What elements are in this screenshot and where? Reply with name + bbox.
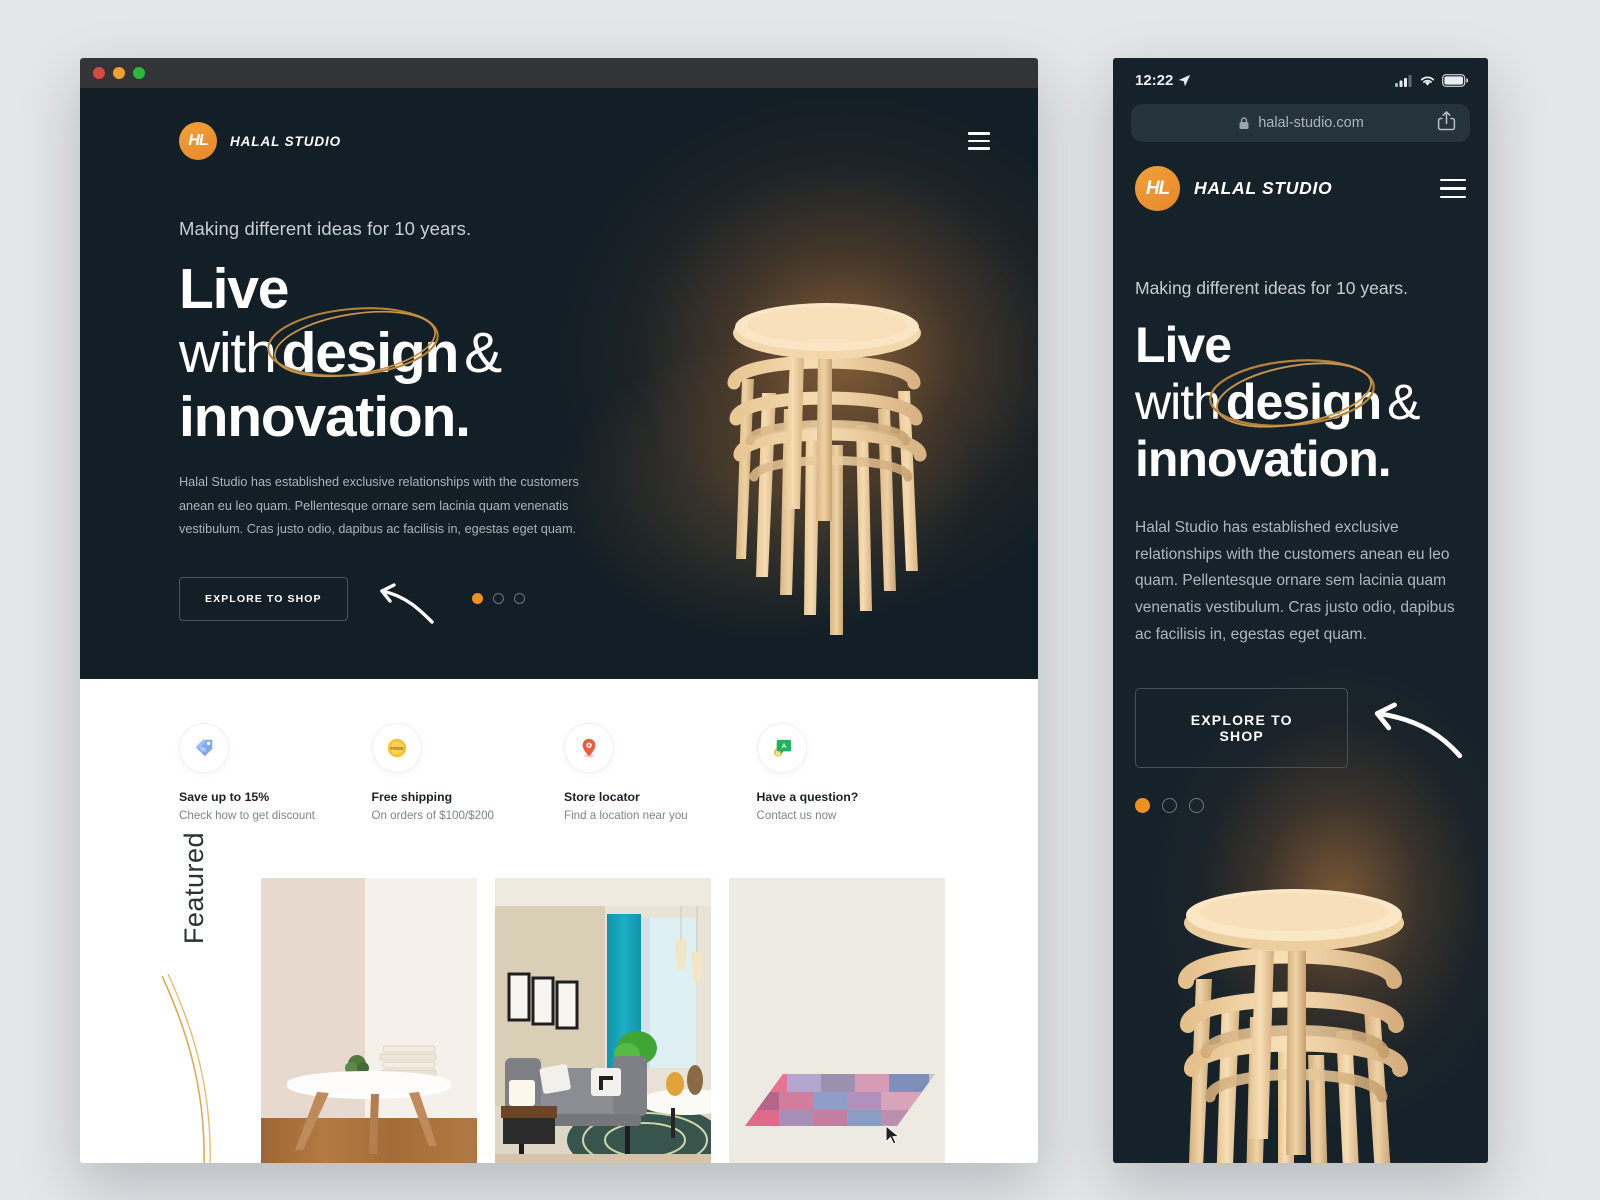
slider-dot-1[interactable] — [471, 593, 483, 605]
wifi-icon — [1420, 76, 1435, 86]
headline-line-2: with design & — [179, 307, 640, 386]
mobile-brand-name-label: HALAL STUDIO — [1194, 178, 1333, 198]
mobile-hero-eyebrow: Making different ideas for 10 years. — [1135, 278, 1409, 298]
mobile-curved-arrow-icon — [1375, 702, 1463, 759]
explore-to-shop-button[interactable]: EXPLORE TO SHOP — [179, 576, 348, 621]
headline-word-with: with — [179, 320, 277, 385]
hamburger-menu-icon[interactable] — [968, 127, 990, 155]
featured-cards: TABLE — [261, 878, 945, 1163]
mobile-brand-mark-icon: HL — [1135, 166, 1180, 211]
mobile-slider-dots — [1135, 798, 1466, 814]
hero-paragraph: Halal Studio has established exclusive r… — [179, 475, 579, 536]
map-pin-location-icon — [564, 723, 614, 773]
mobile-slider-dot-3[interactable] — [1189, 798, 1204, 814]
desktop-browser-window: HL HALAL STUDIO Making different ideas f… — [80, 58, 1038, 1163]
window-close-button[interactable] — [93, 67, 105, 79]
feature-title: Save up to 15% — [179, 790, 270, 804]
product-image-rugs: EXPLORE & SHOP TODAY TAP — [729, 878, 945, 1163]
mobile-brand-logo[interactable]: HL HALAL STUDIO — [1135, 166, 1332, 211]
feature-title: Free shipping — [371, 790, 453, 804]
mobile-url-text: halal-studio.com — [1258, 115, 1364, 131]
mobile-headline-line-2: with design & — [1135, 359, 1466, 431]
mobile-hero-paragraph: Halal Studio has established exclusive r… — [1135, 519, 1455, 643]
feature-title: Have a question? — [756, 790, 859, 804]
feature-subtitle: Check how to get discount — [179, 809, 315, 822]
window-maximize-button[interactable] — [133, 67, 145, 79]
mobile-navbar: HL HALAL STUDIO — [1113, 152, 1488, 211]
mouse-pointer-icon — [885, 1125, 901, 1145]
battery-full-icon — [1442, 73, 1468, 87]
curved-arrow-icon — [379, 583, 434, 624]
mobile-slider-dot-2[interactable] — [1162, 798, 1177, 814]
feature-item-shipping[interactable]: FREE Free shipping On orders of $100/$20… — [371, 723, 555, 822]
headline-word-design: design — [281, 320, 460, 385]
feature-subtitle: Contact us now — [756, 809, 837, 822]
mobile-hero-section: HL HALAL STUDIO Making different ideas f… — [1113, 152, 1488, 1163]
mobile-browser-frame: 12:22 halal-studio.com HL HALAL STUDIO M… — [1113, 58, 1488, 1163]
svg-text:A: A — [781, 742, 786, 749]
feature-subtitle: Find a location near you — [564, 809, 688, 822]
hero-slider-dots — [471, 593, 525, 605]
window-titlebar — [80, 58, 1038, 88]
mobile-hamburger-menu-icon[interactable] — [1440, 173, 1466, 205]
product-card-rugs[interactable]: EXPLORE & SHOP TODAY TAP — [729, 878, 945, 1163]
mobile-status-bar: 12:22 — [1113, 58, 1488, 102]
product-card-furniture[interactable]: FURNITURE — [495, 878, 711, 1163]
slider-dot-3[interactable] — [513, 593, 525, 605]
location-arrow-icon — [1179, 74, 1191, 86]
cellular-signal-icon — [1395, 74, 1412, 87]
status-left: 12:22 — [1135, 72, 1191, 89]
composite-mockup-stage: HL HALAL STUDIO Making different ideas f… — [0, 0, 1600, 1200]
hero-actions: EXPLORE TO SHOP — [179, 574, 640, 624]
mobile-headline-word-amp: & — [1387, 374, 1420, 430]
mobile-hero-actions: EXPLORE TO SHOP — [1135, 648, 1466, 769]
mobile-circle-annotation-icon — [1209, 359, 1375, 428]
price-tag-discount-icon: % — [179, 723, 229, 773]
hero-content: Making different ideas for 10 years. Liv… — [80, 160, 640, 624]
feature-subtitle: On orders of $100/$200 — [371, 809, 494, 822]
brand-mark-icon: HL — [179, 122, 217, 160]
mobile-explore-to-shop-button[interactable]: EXPLORE TO SHOP — [1135, 688, 1349, 769]
headline-line-1: Live — [179, 257, 289, 321]
mobile-hero-headline: Live with design & innovation. — [1135, 317, 1466, 488]
question-answer-bubble-icon: Q A — [756, 723, 807, 773]
feature-item-discount[interactable]: % Save up to 15% Check how to get discou… — [179, 723, 362, 822]
desktop-navbar: HL HALAL STUDIO — [80, 88, 1038, 160]
status-right — [1395, 73, 1468, 87]
hero-eyebrow: Making different ideas for 10 years. — [179, 218, 472, 239]
mobile-slider-dot-1[interactable] — [1135, 798, 1150, 814]
feature-item-question[interactable]: Q A Have a question? Contact us now — [756, 723, 940, 822]
feature-title: Store locator — [564, 790, 640, 804]
product-image-furniture — [495, 878, 711, 1163]
headline-word-amp: & — [464, 320, 502, 385]
mobile-hero-content: Making different ideas for 10 years. Liv… — [1113, 211, 1488, 814]
free-shipping-badge-icon: FREE — [371, 723, 422, 773]
desktop-hero-section: HL HALAL STUDIO Making different ideas f… — [80, 88, 1038, 679]
headline-line-3: innovation. — [179, 384, 471, 449]
window-minimize-button[interactable] — [113, 67, 125, 79]
lock-icon — [1237, 116, 1251, 130]
status-time: 12:22 — [1135, 71, 1174, 89]
decorative-curve-lines — [161, 973, 211, 1163]
features-strip: % Save up to 15% Check how to get discou… — [80, 679, 1038, 822]
brand-name-label: HALAL STUDIO — [230, 133, 342, 149]
share-icon[interactable] — [1437, 110, 1456, 137]
svg-text:FREE: FREE — [390, 746, 404, 752]
mobile-hero-product-image — [1177, 889, 1408, 1163]
product-card-table[interactable]: TABLE — [261, 878, 477, 1163]
hero-headline: Live with design & innovation. — [179, 257, 640, 449]
feature-item-store-locator[interactable]: Store locator Find a location near you — [564, 723, 747, 822]
featured-label-text: Featured — [179, 832, 209, 945]
hero-product-image — [727, 303, 927, 635]
mobile-url-bar[interactable]: halal-studio.com — [1131, 104, 1470, 142]
slider-dot-2[interactable] — [492, 593, 504, 605]
featured-products-section: Featured — [80, 822, 1038, 1163]
product-image-table — [261, 878, 477, 1163]
svg-text:%: % — [200, 747, 206, 754]
mobile-headline-line-3: innovation. — [1135, 431, 1392, 487]
brand-logo[interactable]: HL HALAL STUDIO — [179, 122, 341, 160]
